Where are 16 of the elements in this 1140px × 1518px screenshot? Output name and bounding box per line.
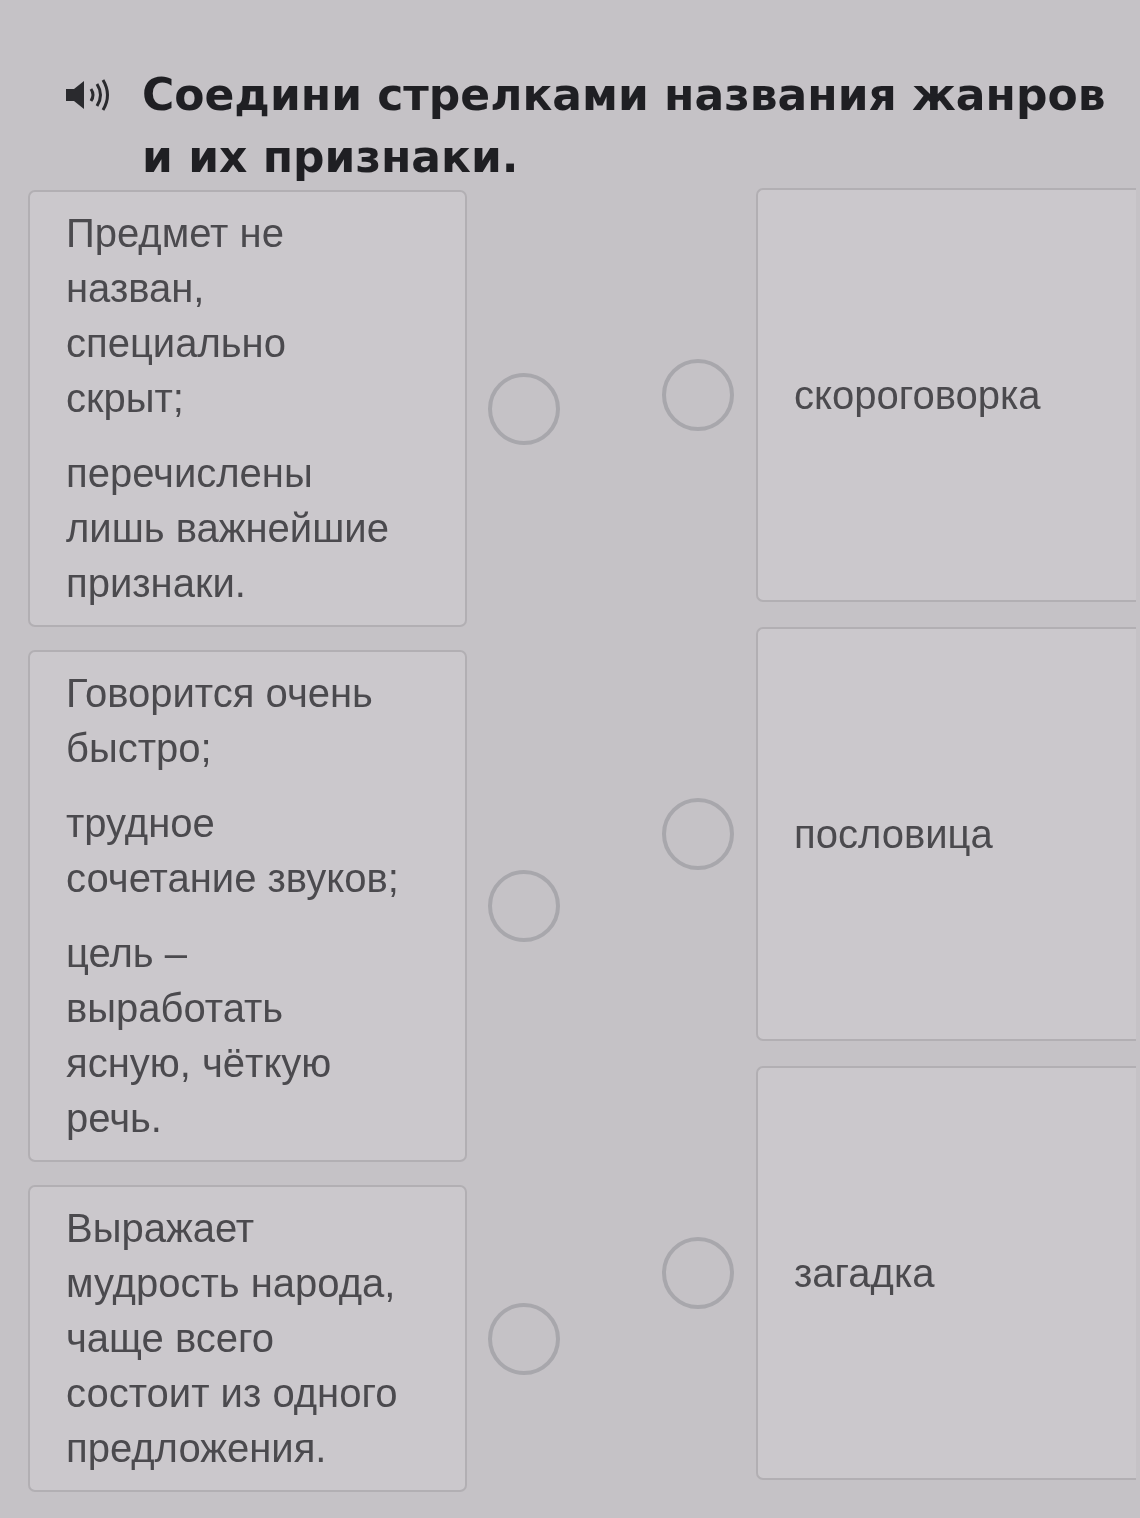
feature-text: перечислены лишь важнейшие признаки.	[66, 450, 390, 607]
feature-text: цель – выработать ясную, чёткую речь.	[66, 930, 333, 1142]
genre-label: скороговорка	[794, 371, 1041, 419]
feature-text: Выражает мудрость народа, чаще всего состоит из одного предложения.	[66, 1205, 399, 1472]
genre-label: пословица	[794, 810, 993, 858]
connection-point[interactable]	[488, 870, 560, 942]
feature-text: трудное сочетание звуков;	[66, 800, 400, 902]
connection-point[interactable]	[662, 359, 734, 431]
connection-point[interactable]	[488, 1302, 560, 1375]
connection-point[interactable]	[662, 798, 734, 870]
feature-text: Предмет не назван, специально скрыт;	[66, 210, 287, 422]
task-instruction: Соедини стрелками названия жанров и их признаки.	[142, 68, 1107, 184]
genre-label: загадка	[794, 1249, 935, 1297]
connection-point[interactable]	[662, 1237, 734, 1309]
connection-point[interactable]	[488, 372, 560, 445]
feature-text: Говорится очень быстро;	[66, 670, 374, 772]
